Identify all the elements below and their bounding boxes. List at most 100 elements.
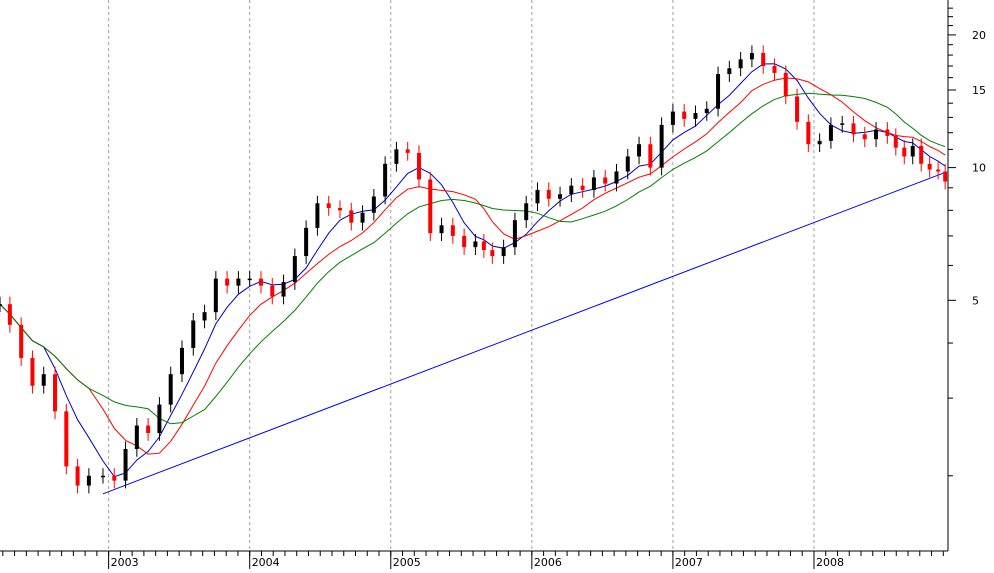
price-bar xyxy=(659,124,664,168)
price-bar xyxy=(315,203,320,228)
price-bar xyxy=(648,144,653,168)
price-bar xyxy=(512,220,517,248)
price-bar xyxy=(168,374,173,405)
x-tick-label: 2005 xyxy=(393,556,421,569)
price-bar xyxy=(30,357,35,386)
price-bar xyxy=(428,179,433,234)
price-bar xyxy=(693,113,698,119)
price-bar xyxy=(481,241,486,251)
price-bar xyxy=(910,145,915,157)
x-tick-label: 2007 xyxy=(675,556,703,569)
price-bar xyxy=(772,66,777,73)
price-bar xyxy=(501,247,506,257)
chart: 20 15 10 5 2003 2004 2005 2006 2007 2008 xyxy=(0,0,994,569)
price-bar xyxy=(558,194,563,199)
price-bar xyxy=(270,285,275,297)
price-bar xyxy=(840,123,845,125)
price-bar xyxy=(247,278,252,281)
price-bar xyxy=(360,212,365,223)
price-bar xyxy=(851,123,856,135)
price-bar xyxy=(281,282,286,297)
price-bar xyxy=(236,278,241,286)
price-bar xyxy=(783,72,788,97)
price-bar xyxy=(902,147,907,157)
price-bar xyxy=(100,475,105,478)
price-bar xyxy=(569,185,574,195)
price-bar xyxy=(64,411,69,467)
price-bar xyxy=(670,111,675,125)
price-bar xyxy=(749,52,754,60)
price-bar xyxy=(727,68,732,75)
price-bar xyxy=(123,448,128,481)
price-bar xyxy=(806,121,811,145)
price-bar xyxy=(535,189,540,204)
price-bar xyxy=(416,152,421,180)
price-bar xyxy=(394,149,399,164)
price-bar xyxy=(704,108,709,114)
price-bar xyxy=(191,320,196,348)
price-bar xyxy=(304,227,309,257)
price-bar xyxy=(591,177,596,190)
price-bar xyxy=(919,145,924,164)
price-bar xyxy=(292,256,297,283)
y-tick-label: 20 xyxy=(972,29,986,42)
x-tick-label: 2008 xyxy=(816,556,844,569)
price-bar xyxy=(885,129,890,136)
price-bar xyxy=(462,235,467,248)
price-bar xyxy=(405,149,410,153)
price-bar xyxy=(580,185,585,190)
price-bar xyxy=(213,278,218,313)
price-bar xyxy=(337,207,342,211)
y-tick-label: 5 xyxy=(972,294,979,307)
price-bar xyxy=(146,425,151,434)
price-bar xyxy=(112,475,117,481)
price-bar xyxy=(349,210,354,223)
price-bar xyxy=(546,189,551,199)
x-tick-label: 2006 xyxy=(534,556,562,569)
price-chart-svg: 20 15 10 5 2003 2004 2005 2006 2007 2008 xyxy=(0,0,994,569)
price-bar xyxy=(893,135,898,148)
price-bar xyxy=(53,374,58,412)
price-bar xyxy=(943,171,948,182)
price-bar xyxy=(134,425,139,449)
price-bar xyxy=(157,404,162,434)
price-bar xyxy=(828,124,833,141)
price-bar xyxy=(716,74,721,109)
price-bar xyxy=(682,111,687,119)
price-bar xyxy=(614,171,619,184)
price-bar xyxy=(439,225,444,234)
y-tick-label: 15 xyxy=(972,84,986,97)
price-bar xyxy=(473,241,478,248)
price-bar xyxy=(637,144,642,157)
price-bar xyxy=(738,59,743,69)
price-bar xyxy=(41,374,46,386)
y-tick-label: 10 xyxy=(972,162,986,175)
price-bar xyxy=(450,225,455,236)
chart-background xyxy=(0,0,994,569)
price-bar xyxy=(524,203,529,221)
price-bar xyxy=(179,347,184,375)
price-bar xyxy=(862,134,867,140)
price-bar xyxy=(874,129,879,140)
price-bar xyxy=(603,177,608,184)
price-bar xyxy=(202,312,207,321)
x-tick-label: 2003 xyxy=(111,556,139,569)
price-bar xyxy=(225,278,230,286)
price-bar xyxy=(258,278,263,286)
price-bar xyxy=(795,96,800,122)
price-bar xyxy=(75,466,80,486)
price-bar xyxy=(761,52,766,67)
price-bar xyxy=(490,250,495,257)
price-bar xyxy=(625,156,630,172)
price-bar xyxy=(383,163,388,197)
x-tick-label: 2004 xyxy=(252,556,280,569)
price-bar xyxy=(7,304,12,325)
price-bar xyxy=(326,203,331,208)
price-bar xyxy=(936,169,941,172)
price-bar xyxy=(927,163,932,170)
price-bar xyxy=(371,196,376,213)
price-bar xyxy=(817,140,822,145)
price-bar xyxy=(0,304,2,306)
price-bar xyxy=(19,324,24,358)
price-bar xyxy=(86,475,91,486)
